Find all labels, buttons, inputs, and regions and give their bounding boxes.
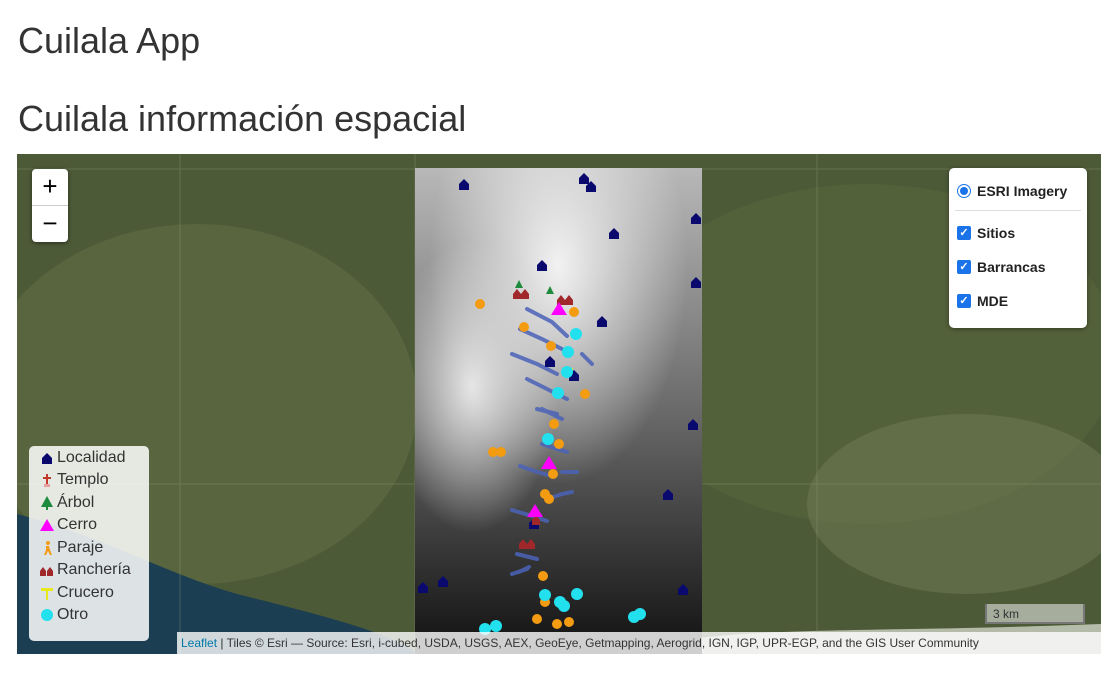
attribution-bar: Leaflet | Tiles © Esri — Source: Esri, i… (177, 632, 1101, 654)
legend-item-rancheria: Ranchería (39, 559, 131, 581)
layers-divider (955, 210, 1081, 211)
legend-label: Árbol (57, 494, 95, 511)
paraje-marker[interactable] (569, 307, 579, 317)
house-icon (42, 453, 52, 464)
map-legend: Localidad Templo Árbol Cerro Paraje Ranc… (29, 446, 149, 641)
overlay-checkbox[interactable]: ✓ (957, 294, 971, 308)
localidad-marker[interactable] (678, 584, 688, 595)
legend-label: Templo (57, 471, 109, 488)
paraje-marker[interactable] (519, 322, 529, 332)
crossroad-icon (41, 588, 53, 600)
localidad-marker[interactable] (537, 260, 547, 271)
legend-item-templo: Templo (39, 469, 109, 491)
legend-label: Ranchería (57, 561, 131, 578)
triangle-icon (40, 519, 54, 531)
paraje-marker[interactable] (580, 389, 590, 399)
arbol-marker[interactable] (546, 286, 554, 294)
layers-control: ESRI Imagery ✓ Sitios ✓ Barrancas ✓ MDE (949, 168, 1087, 328)
zoom-control: + − (32, 169, 68, 242)
paraje-marker[interactable] (532, 614, 542, 624)
legend-item-crucero: Crucero (39, 582, 114, 604)
paraje-marker[interactable] (552, 619, 562, 629)
localidad-marker[interactable] (597, 316, 607, 327)
overlay-label: MDE (977, 293, 1009, 309)
paraje-marker[interactable] (549, 419, 559, 429)
localidad-marker[interactable] (418, 582, 428, 593)
cross-icon (43, 474, 51, 487)
sitios-layer[interactable] (17, 154, 1101, 654)
otro-marker[interactable] (539, 589, 551, 601)
tree-icon (41, 496, 53, 510)
localidad-marker[interactable] (609, 228, 619, 239)
scale-bar: 3 km (985, 604, 1085, 624)
paraje-marker[interactable] (544, 494, 554, 504)
localidad-marker[interactable] (579, 173, 589, 184)
overlay-checkbox[interactable]: ✓ (957, 226, 971, 240)
paraje-marker[interactable] (475, 299, 485, 309)
arbol-marker[interactable] (515, 280, 523, 288)
legend-item-localidad: Localidad (39, 447, 126, 469)
localidad-marker[interactable] (459, 179, 469, 190)
legend-label: Cerro (57, 516, 98, 533)
cerro-marker[interactable] (527, 504, 543, 517)
legend-item-otro: Otro (39, 604, 88, 626)
localidad-marker[interactable] (688, 419, 698, 430)
localidad-marker[interactable] (663, 489, 673, 500)
rancheria-marker[interactable] (513, 289, 529, 299)
overlay-option-barrancas[interactable]: ✓ Barrancas (957, 257, 1046, 277)
paraje-marker[interactable] (548, 469, 558, 479)
paraje-marker[interactable] (538, 571, 548, 581)
hiker-icon (44, 541, 52, 555)
legend-item-cerro: Cerro (39, 514, 97, 536)
legend-label: Otro (57, 606, 89, 623)
otro-marker[interactable] (571, 588, 583, 600)
localidad-marker[interactable] (691, 213, 701, 224)
localidad-marker[interactable] (545, 356, 555, 367)
otro-marker[interactable] (570, 328, 582, 340)
overlay-checkbox[interactable]: ✓ (957, 260, 971, 274)
base-layer-option[interactable]: ESRI Imagery (957, 181, 1067, 201)
base-layer-radio[interactable] (957, 184, 971, 198)
houses-icon (40, 567, 53, 576)
otro-marker[interactable] (552, 387, 564, 399)
legend-item-paraje: Paraje (39, 537, 103, 559)
cerro-marker[interactable] (541, 456, 557, 469)
otro-marker[interactable] (562, 346, 574, 358)
overlay-label: Sitios (977, 225, 1016, 241)
legend-item-arbol: Árbol (39, 492, 94, 514)
otro-marker[interactable] (490, 620, 502, 632)
zoom-in-button[interactable]: + (32, 169, 68, 205)
localidad-marker[interactable] (691, 277, 701, 288)
otro-marker[interactable] (561, 366, 573, 378)
legend-label: Crucero (57, 584, 114, 601)
localidad-marker[interactable] (438, 576, 448, 587)
map-view[interactable]: + − ESRI Imagery ✓ Sitios ✓ Barrancas ✓ … (17, 154, 1101, 654)
overlay-label: Barrancas (977, 259, 1046, 275)
legend-label: Paraje (57, 539, 104, 556)
rancheria-marker[interactable] (519, 539, 535, 549)
leaflet-link[interactable]: Leaflet (181, 636, 217, 650)
overlay-option-mde[interactable]: ✓ MDE (957, 291, 1008, 311)
circle-icon (41, 609, 53, 621)
paraje-marker[interactable] (554, 439, 564, 449)
attribution-text: | Tiles © Esri — Source: Esri, i-cubed, … (217, 636, 979, 650)
otro-marker[interactable] (542, 433, 554, 445)
otro-marker[interactable] (634, 608, 646, 620)
paraje-marker[interactable] (546, 341, 556, 351)
otro-marker[interactable] (558, 600, 570, 612)
section-title: Cuilala información espacial (18, 98, 467, 139)
legend-label: Localidad (57, 449, 126, 466)
paraje-marker[interactable] (496, 447, 506, 457)
base-layer-label: ESRI Imagery (977, 183, 1068, 199)
overlay-option-sitios[interactable]: ✓ Sitios (957, 223, 1015, 243)
paraje-marker[interactable] (564, 617, 574, 627)
app-title: Cuilala App (18, 20, 201, 61)
zoom-out-button[interactable]: − (32, 205, 68, 242)
